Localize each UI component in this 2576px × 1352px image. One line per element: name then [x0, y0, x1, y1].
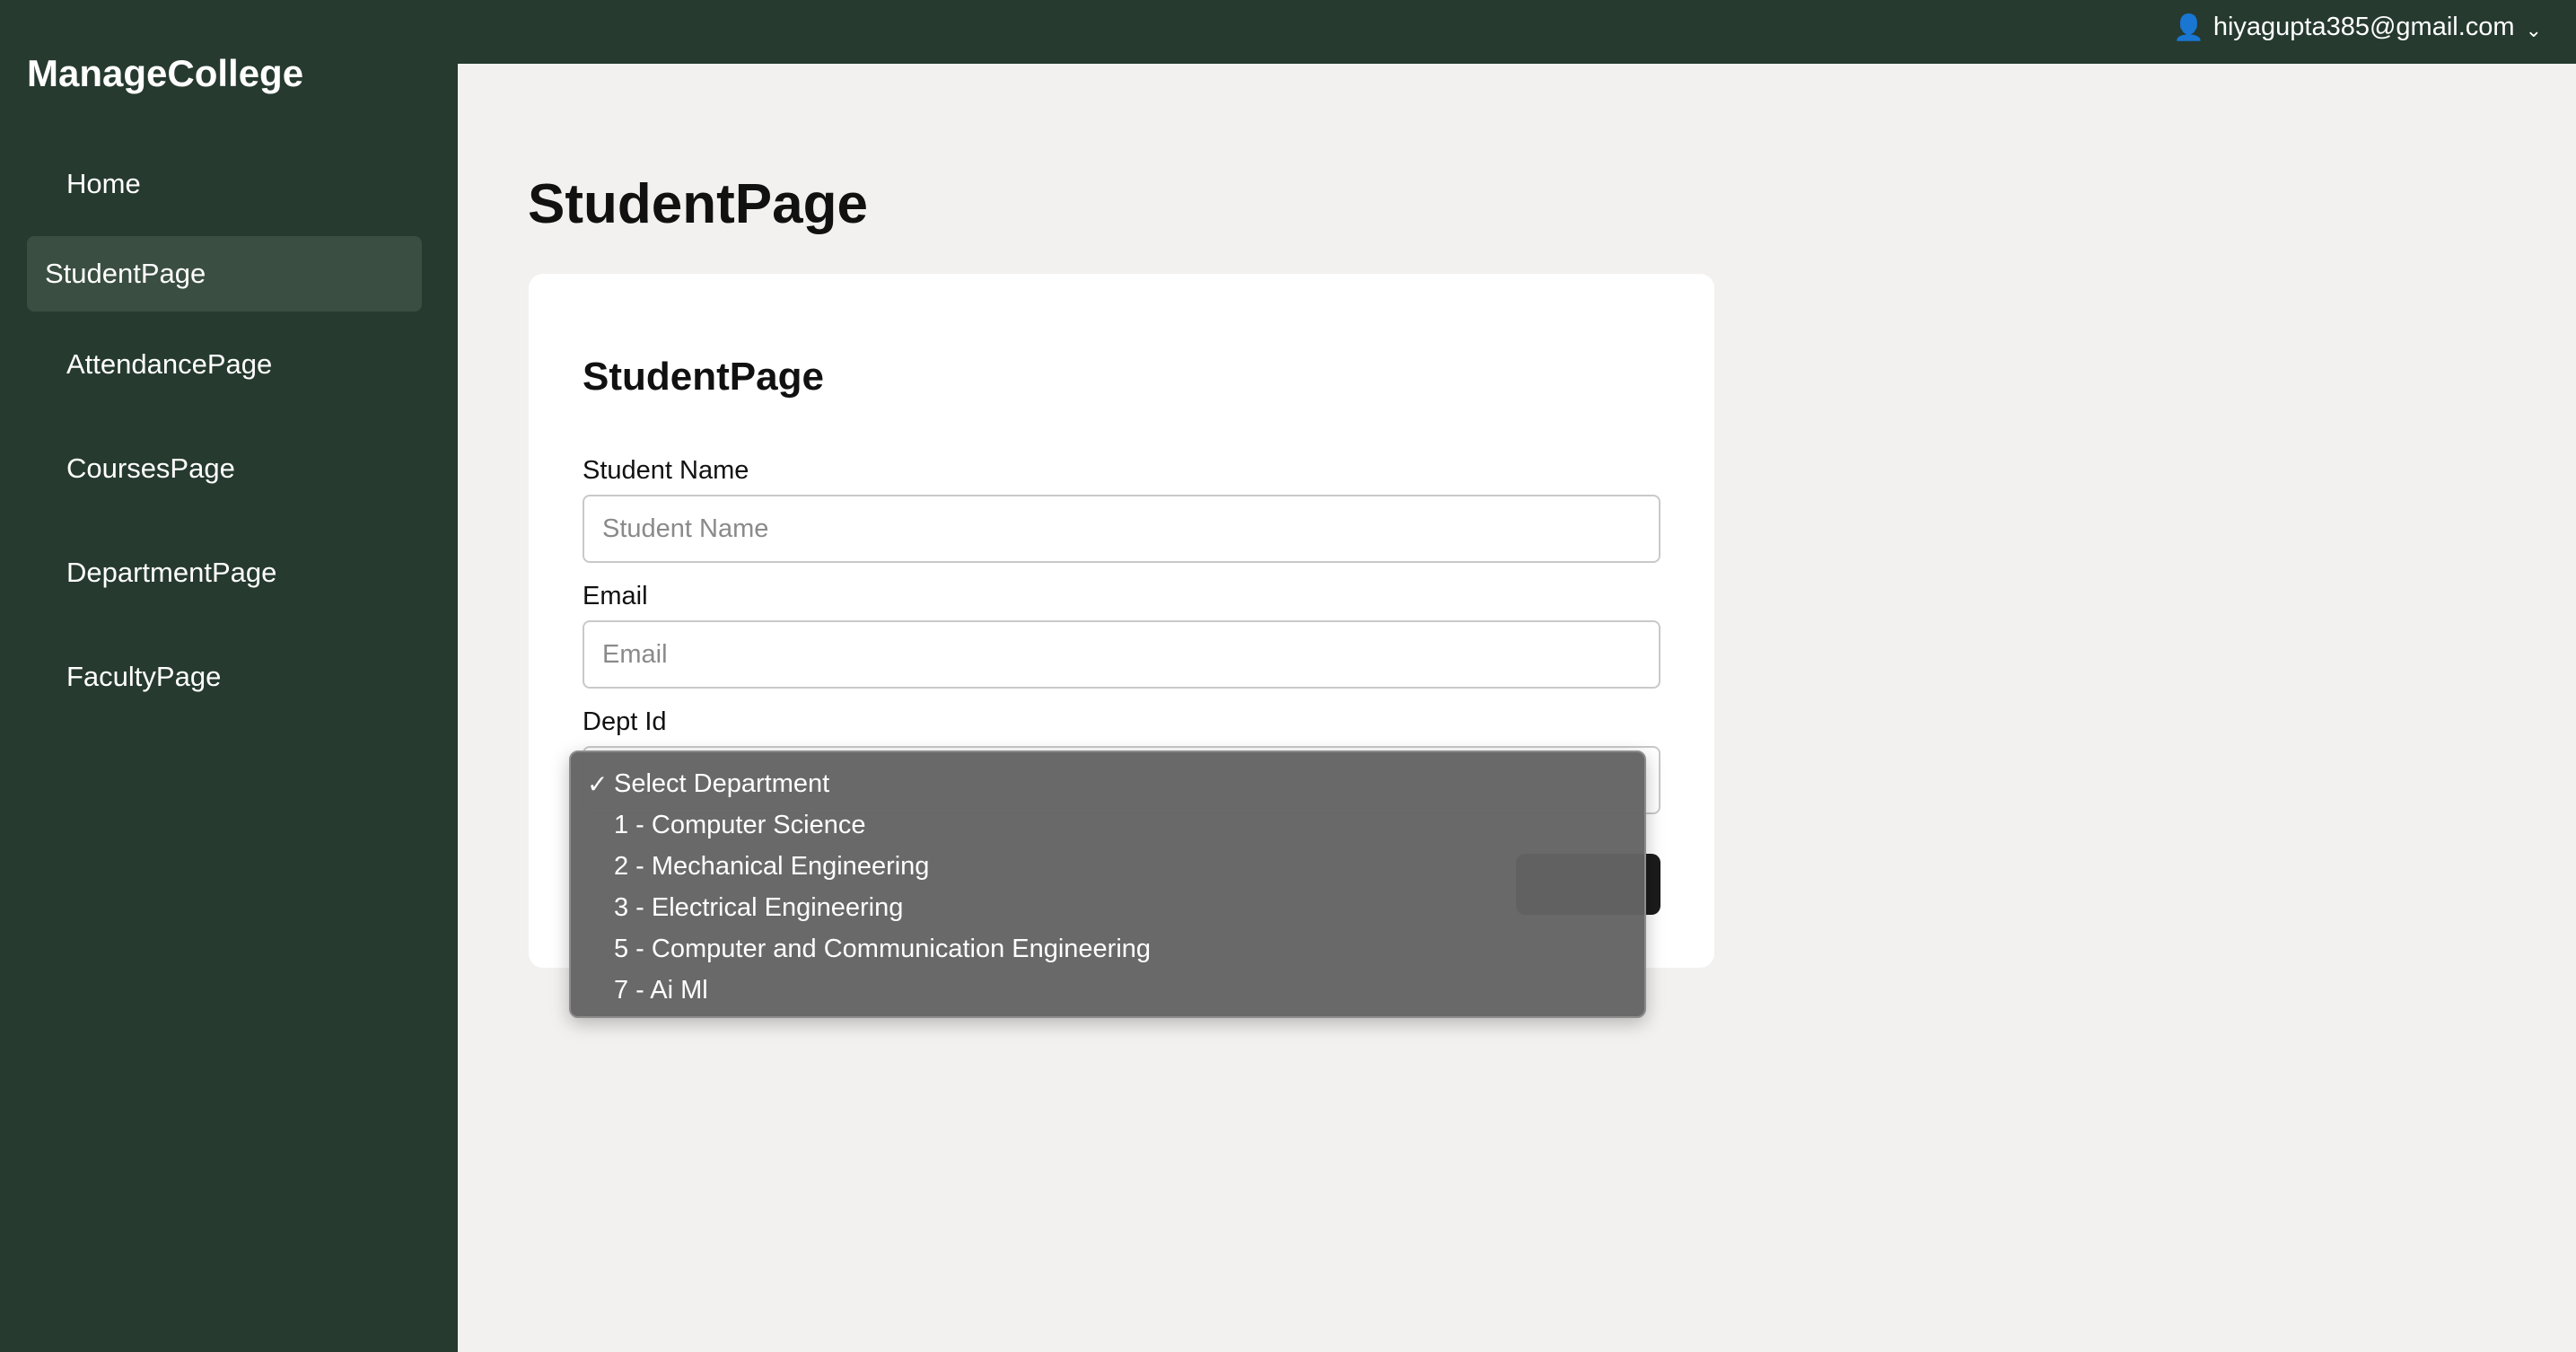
user-email: hiyagupta385@gmail.com	[2212, 12, 2515, 41]
dept-option[interactable]: 7 - Ai Ml	[571, 970, 1644, 1011]
page-title: StudentPage	[528, 173, 868, 235]
dept-option[interactable]: 2 - Mechanical Engineering	[571, 846, 1644, 887]
dept-option[interactable]: 5 - Computer and Communication Engineeri…	[571, 928, 1644, 970]
dept-option-label: Select Department	[614, 768, 830, 798]
dept-id-label: Dept Id	[583, 707, 667, 736]
sidebar-item-studentpage[interactable]: StudentPage	[27, 236, 422, 312]
check-icon: ✓	[587, 770, 609, 798]
user-menu[interactable]: 👤 hiyagupta385@gmail.com ⌄	[2173, 9, 2542, 45]
brand-logo[interactable]: ManageCollege	[27, 52, 303, 95]
sidebar-item-facultypage[interactable]: FacultyPage	[27, 639, 422, 715]
sidebar-item-home[interactable]: Home	[27, 146, 422, 222]
chevron-down-icon: ⌄	[2525, 19, 2542, 41]
sidebar-item-departmentpage[interactable]: DepartmentPage	[27, 535, 422, 610]
sidebar-item-label: CoursesPage	[66, 452, 235, 484]
student-name-label: Student Name	[583, 456, 749, 485]
sidebar-item-attendancepage[interactable]: AttendancePage	[27, 327, 422, 402]
dept-option-label: 1 - Computer Science	[614, 810, 866, 839]
user-icon: 👤	[2172, 13, 2204, 41]
dept-option-label: 5 - Computer and Communication Engineeri…	[614, 934, 1152, 963]
sidebar-item-label: Home	[66, 168, 141, 199]
sidebar-item-label: AttendancePage	[66, 348, 273, 380]
email-input[interactable]	[583, 620, 1660, 689]
dept-option[interactable]: ✓ Select Department	[571, 763, 1644, 804]
form-title: StudentPage	[583, 355, 824, 399]
dept-option-label: 2 - Mechanical Engineering	[614, 851, 930, 881]
sidebar-item-label: StudentPage	[45, 258, 206, 289]
sidebar: ManageCollege Home StudentPage Attendanc…	[0, 0, 458, 1352]
dept-option-label: 3 - Electrical Engineering	[614, 892, 904, 922]
dept-dropdown-menu: ✓ Select Department 1 - Computer Science…	[569, 751, 1646, 1018]
email-label: Email	[583, 582, 648, 610]
dept-option-label: 7 - Ai Ml	[614, 975, 708, 1005]
dept-option[interactable]: 3 - Electrical Engineering	[571, 887, 1644, 928]
sidebar-item-label: DepartmentPage	[66, 557, 277, 588]
sidebar-item-label: FacultyPage	[66, 661, 222, 692]
sidebar-item-coursespage[interactable]: CoursesPage	[27, 431, 422, 506]
student-name-input[interactable]	[583, 495, 1660, 563]
dept-option[interactable]: 1 - Computer Science	[571, 804, 1644, 846]
